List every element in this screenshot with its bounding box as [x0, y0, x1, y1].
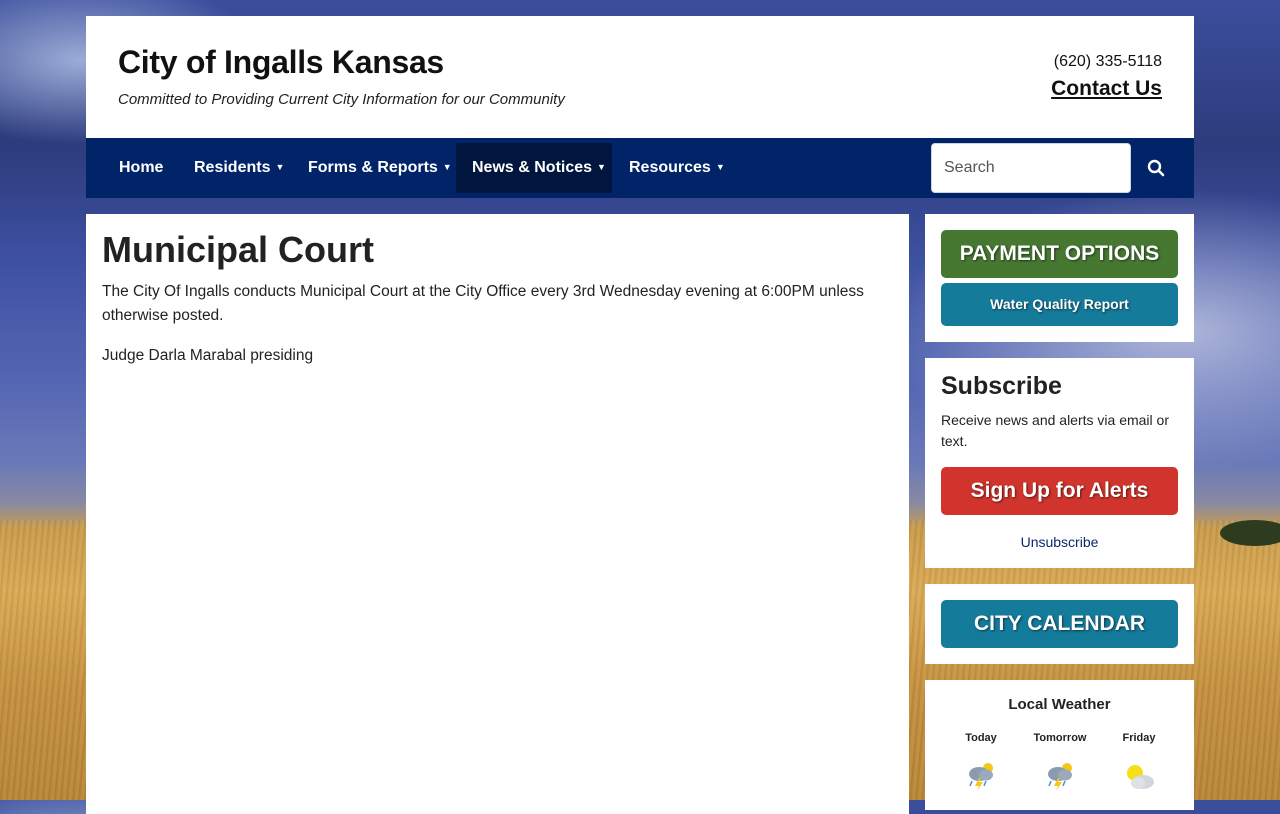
- site-title[interactable]: City of Ingalls Kansas: [118, 44, 444, 81]
- water-quality-report-button[interactable]: Water Quality Report: [941, 283, 1178, 326]
- unsubscribe-link[interactable]: Unsubscribe: [925, 534, 1194, 550]
- sign-up-alerts-button[interactable]: Sign Up for Alerts: [941, 467, 1178, 515]
- city-calendar-button[interactable]: CITY CALENDAR: [941, 600, 1178, 648]
- partly-cloudy-icon: [1127, 765, 1154, 789]
- caret-down-icon: ▼: [442, 162, 452, 172]
- subscribe-card: Subscribe Receive news and alerts via em…: [925, 358, 1194, 568]
- nav-item-label: Residents: [194, 159, 271, 176]
- search-input[interactable]: [931, 143, 1131, 193]
- search-icon: [1147, 159, 1165, 177]
- thunderstorm-sun-icon: [1048, 763, 1072, 791]
- weather-day-label: Friday: [1122, 732, 1156, 744]
- nav-item-residents[interactable]: Residents ▼: [178, 143, 300, 193]
- main-navbar: Home Residents ▼ Forms & Reports ▼ News & …: [86, 138, 1194, 198]
- subscribe-title: Subscribe: [941, 372, 1062, 400]
- caret-down-icon: ▼: [597, 162, 606, 172]
- judge-text: Judge Darla Marabal presiding: [102, 347, 314, 364]
- nav-item-label: Home: [119, 159, 164, 176]
- weather-day-label: Tomorrow: [1033, 732, 1087, 744]
- nav-item-label: Forms & Reports: [308, 159, 438, 176]
- caret-down-icon: ▼: [275, 162, 285, 172]
- site-tagline: Committed to Providing Current City Info…: [118, 91, 565, 108]
- main-content: Municipal Court The City Of Ingalls cond…: [86, 214, 909, 814]
- nav-item-home[interactable]: Home: [103, 143, 179, 193]
- nav-item-forms-reports[interactable]: Forms & Reports ▼: [292, 143, 468, 193]
- caret-down-icon: ▼: [715, 162, 725, 172]
- nav-item-news-notices[interactable]: News & Notices ▼: [456, 143, 612, 193]
- nav-item-resources[interactable]: Resources ▼: [613, 143, 741, 193]
- payment-card: PAYMENT OPTIONS Water Quality Report: [925, 214, 1194, 342]
- subscribe-description: Receive news and alerts via email or tex…: [941, 412, 1169, 449]
- site-header: City of Ingalls Kansas Committed to Prov…: [86, 16, 1194, 138]
- weather-card: Local Weather Today Tomorrow Friday: [925, 680, 1194, 810]
- weather-day-label: Today: [965, 732, 997, 744]
- payment-options-button[interactable]: PAYMENT OPTIONS: [941, 230, 1178, 278]
- court-schedule-text: The City Of Ingalls conducts Municipal C…: [102, 283, 864, 324]
- calendar-card: CITY CALENDAR: [925, 584, 1194, 664]
- background-tree: [1220, 520, 1280, 546]
- thunderstorm-sun-icon: [969, 763, 993, 791]
- nav-item-label: Resources: [629, 159, 711, 176]
- nav-item-label: News & Notices: [472, 159, 593, 176]
- phone-number[interactable]: (620) 335-5118: [1054, 53, 1162, 71]
- weather-title: Local Weather: [1008, 696, 1111, 713]
- search-button[interactable]: [1136, 143, 1176, 193]
- page-title: Municipal Court: [102, 229, 374, 270]
- contact-us-link[interactable]: Contact Us: [1051, 77, 1162, 101]
